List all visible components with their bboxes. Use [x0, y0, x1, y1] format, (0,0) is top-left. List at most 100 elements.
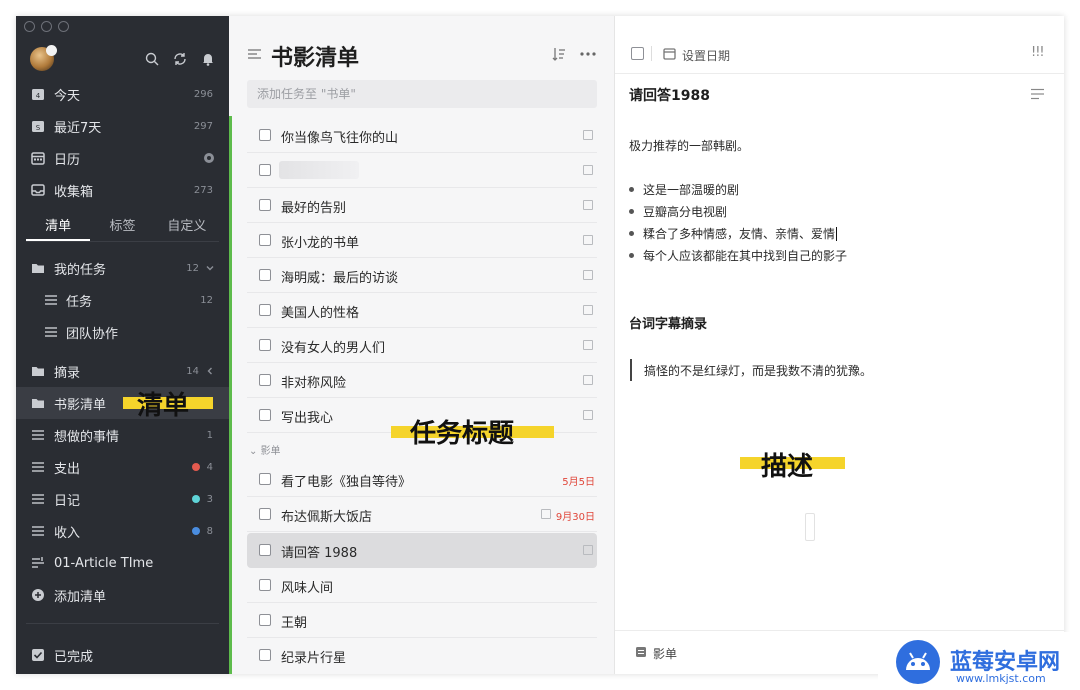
priority-button[interactable]: !!! — [1031, 45, 1045, 60]
note-icon — [583, 340, 593, 350]
minimize-window-button[interactable] — [41, 21, 52, 32]
task-row-selected[interactable]: 请回答 1988 — [247, 533, 597, 568]
section-heading[interactable]: 台词字幕摘录 — [629, 313, 707, 332]
task-row[interactable]: 风味人间 — [247, 568, 597, 603]
zoom-window-button[interactable] — [58, 21, 69, 32]
bullet-text: 豆瓣高分电视剧 — [643, 205, 728, 219]
task-checkbox[interactable] — [259, 614, 271, 626]
watermark-url: www.lmkjst.com — [956, 672, 1046, 685]
sidebar-item-team[interactable]: 团队协作 — [16, 316, 229, 348]
svg-text:4: 4 — [36, 92, 41, 100]
more-icon[interactable] — [580, 51, 596, 57]
sidebar-item-diary[interactable]: 日记 3 — [16, 483, 229, 515]
bell-icon[interactable] — [200, 51, 216, 67]
task-row[interactable]: 看了电影《独自等待》 5月5日 — [247, 462, 597, 497]
task-checkbox[interactable] — [259, 129, 271, 141]
section-header[interactable]: ⌄ 影单 — [249, 442, 281, 457]
task-row[interactable]: 非对称风险 — [247, 363, 597, 398]
chevron-down-icon[interactable] — [205, 263, 215, 273]
task-row[interactable] — [247, 153, 597, 188]
menu-icon[interactable] — [248, 48, 261, 60]
sidebar-item-expenses[interactable]: 支出 4 — [16, 451, 229, 483]
calendar-grid-icon — [31, 152, 45, 165]
sidebar-item-income[interactable]: 收入 8 — [16, 515, 229, 547]
sidebar-item-count: 14 — [186, 365, 199, 377]
quote-text[interactable]: 搞怪的不是红绿灯，而是我数不清的犹豫。 — [644, 362, 872, 379]
calendar-icon[interactable] — [663, 47, 676, 60]
description-bullet[interactable]: 豆瓣高分电视剧 — [629, 203, 727, 220]
sidebar-item-calendar[interactable]: 日历 — [16, 142, 229, 174]
task-row[interactable]: 没有女人的男人们 — [247, 328, 597, 363]
description-bullet[interactable]: 糅合了多种情感，友情、亲情、爱情 — [629, 225, 838, 242]
timeline-list-icon — [32, 557, 44, 568]
note-icon — [583, 270, 593, 280]
task-title: 风味人间 — [281, 581, 334, 596]
task-checkbox[interactable] — [259, 649, 271, 661]
task-row[interactable]: 你当像鸟飞往你的山 — [247, 118, 597, 153]
description-intro[interactable]: 极力推荐的一部韩剧。 — [629, 137, 749, 154]
description-bullet[interactable]: 这是一部温暖的剧 — [629, 181, 739, 198]
sidebar-item-inbox[interactable]: 收集箱 273 — [16, 174, 229, 206]
task-row[interactable]: 布达佩斯大饭店 9月30日 — [247, 497, 597, 532]
sidebar-item-completed[interactable]: 已完成 — [16, 639, 229, 671]
sidebar-folder-my-tasks[interactable]: 我的任务 12 — [16, 252, 229, 284]
sidebar-item-count: 12 — [200, 294, 213, 306]
task-checkbox[interactable] — [259, 579, 271, 591]
task-row[interactable]: 纪录片行星 — [247, 638, 597, 673]
app-window: 4 今天 296 S 最近7天 297 日历 收集箱 273 清单 标签 自定义… — [16, 16, 1064, 674]
chevron-left-icon[interactable] — [205, 366, 215, 376]
sort-icon[interactable] — [552, 47, 566, 61]
close-window-button[interactable] — [24, 21, 35, 32]
task-checkbox[interactable] — [259, 508, 271, 520]
resize-handle[interactable] — [805, 513, 815, 541]
task-checkbox[interactable] — [259, 473, 271, 485]
note-icon — [583, 235, 593, 245]
complete-checkbox[interactable] — [631, 47, 644, 60]
search-icon[interactable] — [144, 51, 160, 67]
text-format-icon[interactable] — [1031, 88, 1044, 100]
task-checkbox[interactable] — [259, 164, 271, 176]
inbox-icon — [31, 184, 45, 196]
task-checkbox[interactable] — [259, 409, 271, 421]
blurred-task-title — [279, 161, 359, 179]
sidebar-item-label: 支出 — [54, 461, 81, 477]
task-checkbox[interactable] — [259, 234, 271, 246]
avatar-badge — [46, 45, 57, 56]
task-row[interactable]: 海明威：最后的访谈 — [247, 258, 597, 293]
sidebar-item-tasks[interactable]: 任务 12 — [16, 284, 229, 316]
list-icon — [45, 327, 57, 337]
add-list-button[interactable]: 添加清单 — [16, 579, 229, 611]
bullet-text: 每个人应该都能在其中找到自己的影子 — [643, 249, 848, 263]
sidebar-item-next-7-days[interactable]: S 最近7天 297 — [16, 110, 229, 142]
tab-tags[interactable]: 标签 — [90, 212, 154, 241]
sync-icon[interactable] — [172, 51, 188, 67]
task-checkbox[interactable] — [259, 304, 271, 316]
task-row[interactable]: 张小龙的书单 — [247, 223, 597, 258]
tab-custom[interactable]: 自定义 — [155, 212, 219, 241]
add-task-input[interactable]: 添加任务至 "书单" — [247, 80, 597, 108]
task-detail-title[interactable]: 请回答1988 — [629, 85, 710, 105]
sidebar-folder-excerpts[interactable]: 摘录 14 — [16, 355, 229, 387]
note-icon — [583, 165, 593, 175]
task-checkbox[interactable] — [259, 339, 271, 351]
task-title: 美国人的性格 — [281, 306, 360, 321]
note-icon — [583, 200, 593, 210]
footer-list-name[interactable]: 影单 — [653, 645, 677, 662]
task-checkbox[interactable] — [259, 199, 271, 211]
task-row[interactable]: 美国人的性格 — [247, 293, 597, 328]
task-row[interactable]: 最好的告别 — [247, 188, 597, 223]
section-header-label: 影单 — [260, 446, 281, 457]
tab-lists[interactable]: 清单 — [26, 212, 91, 241]
sidebar-item-article-time[interactable]: 01-Article TIme — [16, 547, 229, 579]
set-date-button[interactable]: 设置日期 — [682, 47, 730, 64]
task-checkbox[interactable] — [259, 374, 271, 386]
task-row[interactable]: 王朝 — [247, 603, 597, 638]
sidebar-item-wishlist[interactable]: 想做的事情 1 — [16, 419, 229, 451]
description-bullet[interactable]: 每个人应该都能在其中找到自己的影子 — [629, 247, 847, 264]
quote-bar — [630, 359, 632, 381]
sidebar-tabs: 清单 标签 自定义 — [26, 212, 219, 242]
sidebar-item-today[interactable]: 4 今天 296 — [16, 78, 229, 110]
task-checkbox[interactable] — [259, 544, 271, 556]
task-checkbox[interactable] — [259, 269, 271, 281]
list-move-icon[interactable] — [635, 646, 647, 658]
